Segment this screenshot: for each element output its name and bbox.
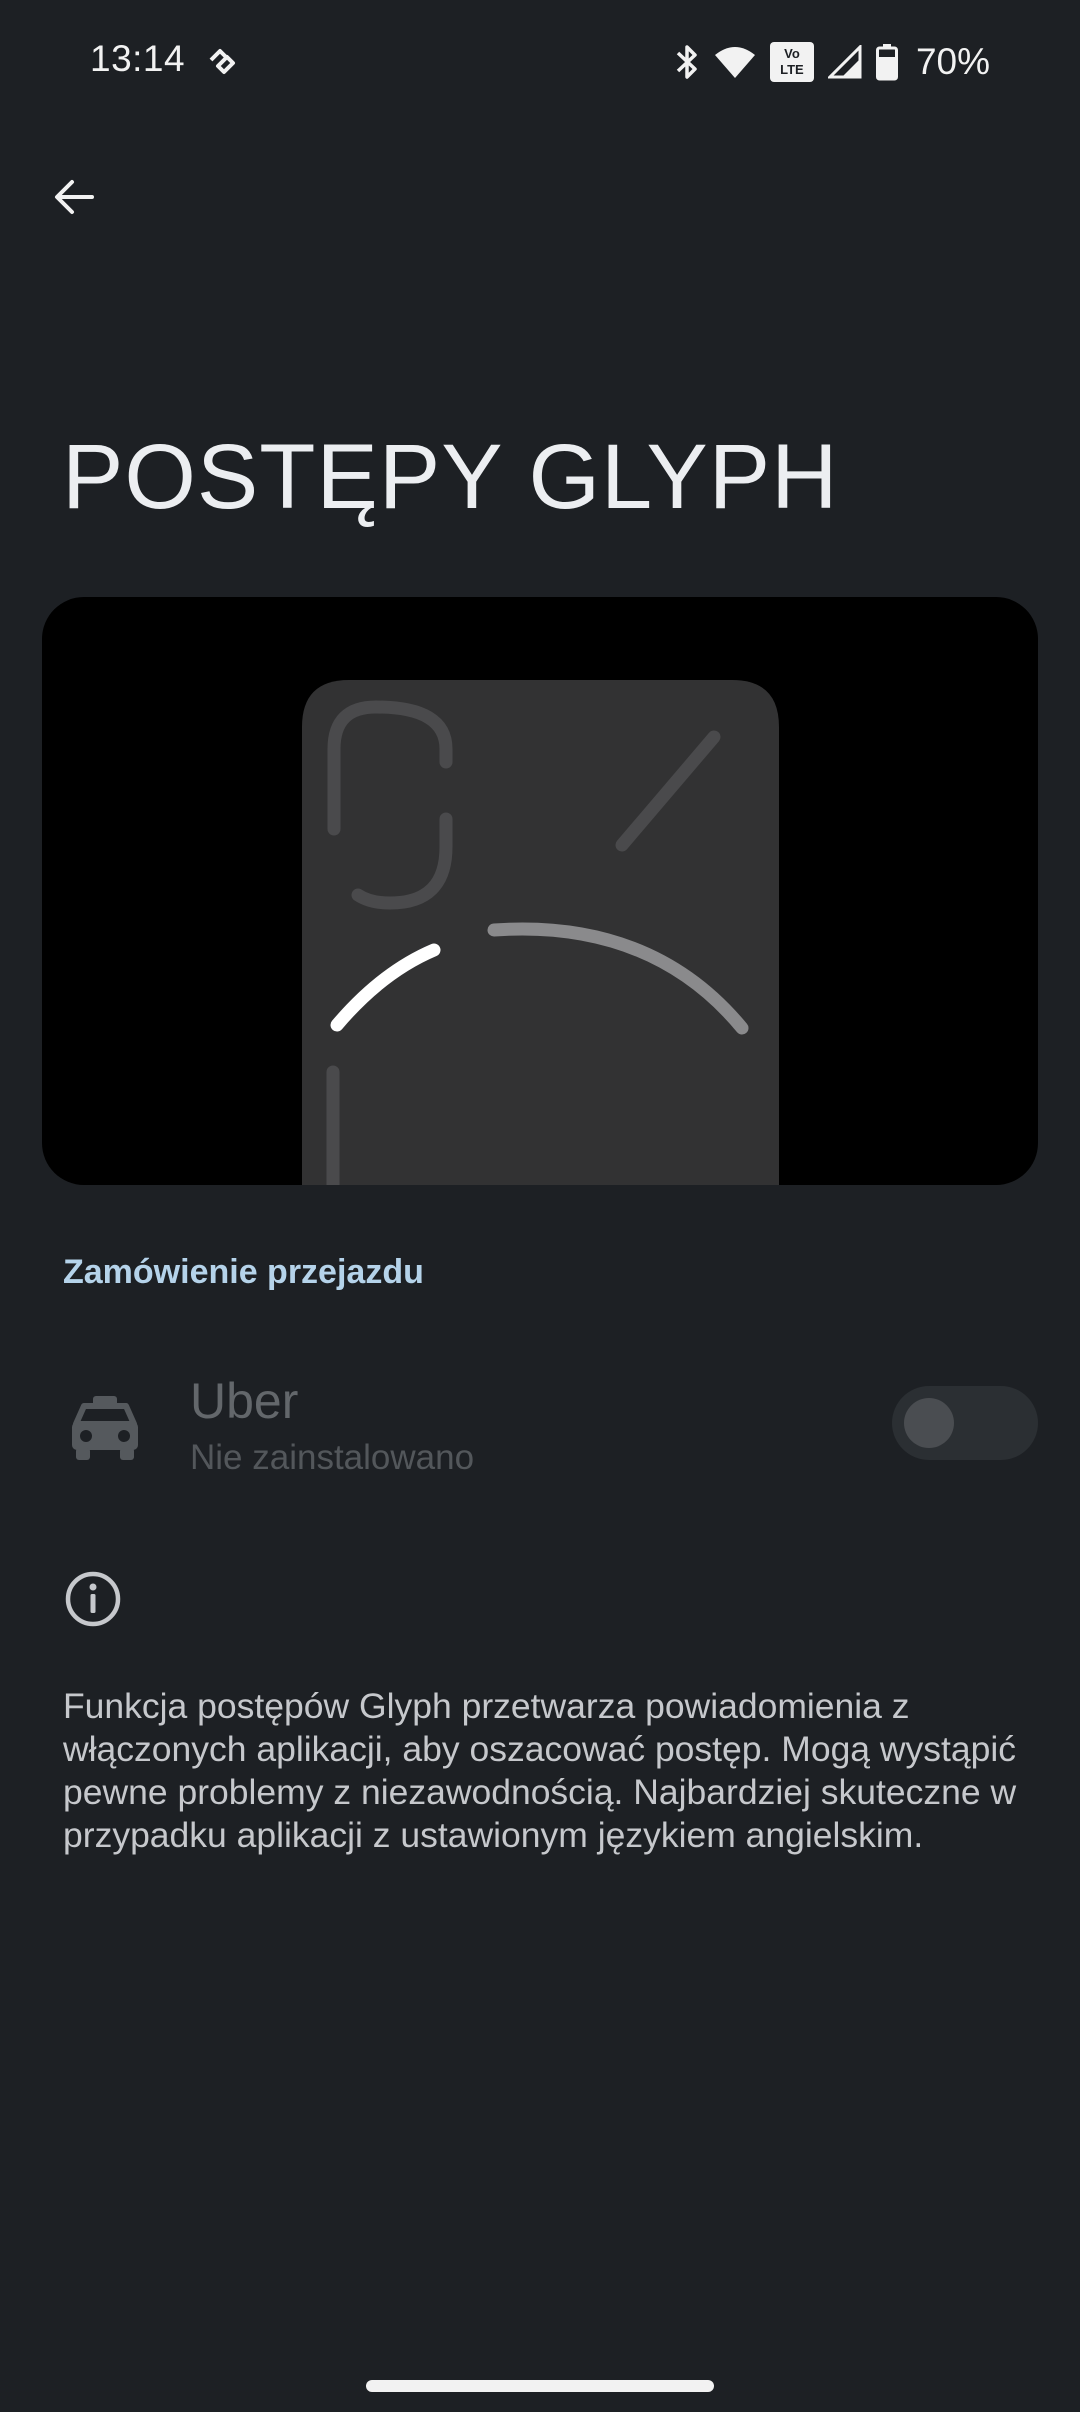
back-button[interactable] bbox=[42, 165, 106, 229]
app-notification-icon bbox=[209, 49, 235, 74]
app-install-status: Nie zainstalowano bbox=[190, 1438, 475, 1477]
info-icon bbox=[65, 1571, 121, 1627]
info-description: Funkcja postępów Glyph przetwarza powiad… bbox=[63, 1686, 1017, 1855]
page-title: POSTĘPY GLYPH bbox=[62, 426, 839, 528]
glyph-preview-illustration bbox=[302, 680, 779, 1185]
gesture-navigation-handle[interactable] bbox=[366, 2380, 714, 2392]
app-name: Uber bbox=[190, 1373, 299, 1429]
toggle-knob bbox=[904, 1398, 954, 1448]
battery-percentage: 70% bbox=[915, 41, 990, 82]
section-header-ride-order: Zamówienie przejazdu bbox=[63, 1253, 424, 1291]
battery-icon bbox=[875, 44, 898, 81]
car-icon bbox=[72, 1396, 138, 1460]
status-time: 13:14 bbox=[90, 38, 186, 79]
signal-icon bbox=[827, 45, 862, 79]
glyph-preview bbox=[42, 597, 1038, 1185]
arrow-left-icon bbox=[55, 180, 94, 214]
uber-toggle[interactable] bbox=[892, 1386, 1038, 1460]
status-bar: 13:14 Vo LTE 70% bbox=[0, 0, 1080, 128]
app-row-uber[interactable]: Uber Nie zainstalowano bbox=[0, 1350, 1080, 1500]
volte-icon: Vo LTE bbox=[769, 42, 814, 82]
bluetooth-icon bbox=[676, 45, 697, 79]
status-icons: Vo LTE 70% bbox=[674, 40, 990, 84]
wifi-icon bbox=[714, 47, 755, 78]
